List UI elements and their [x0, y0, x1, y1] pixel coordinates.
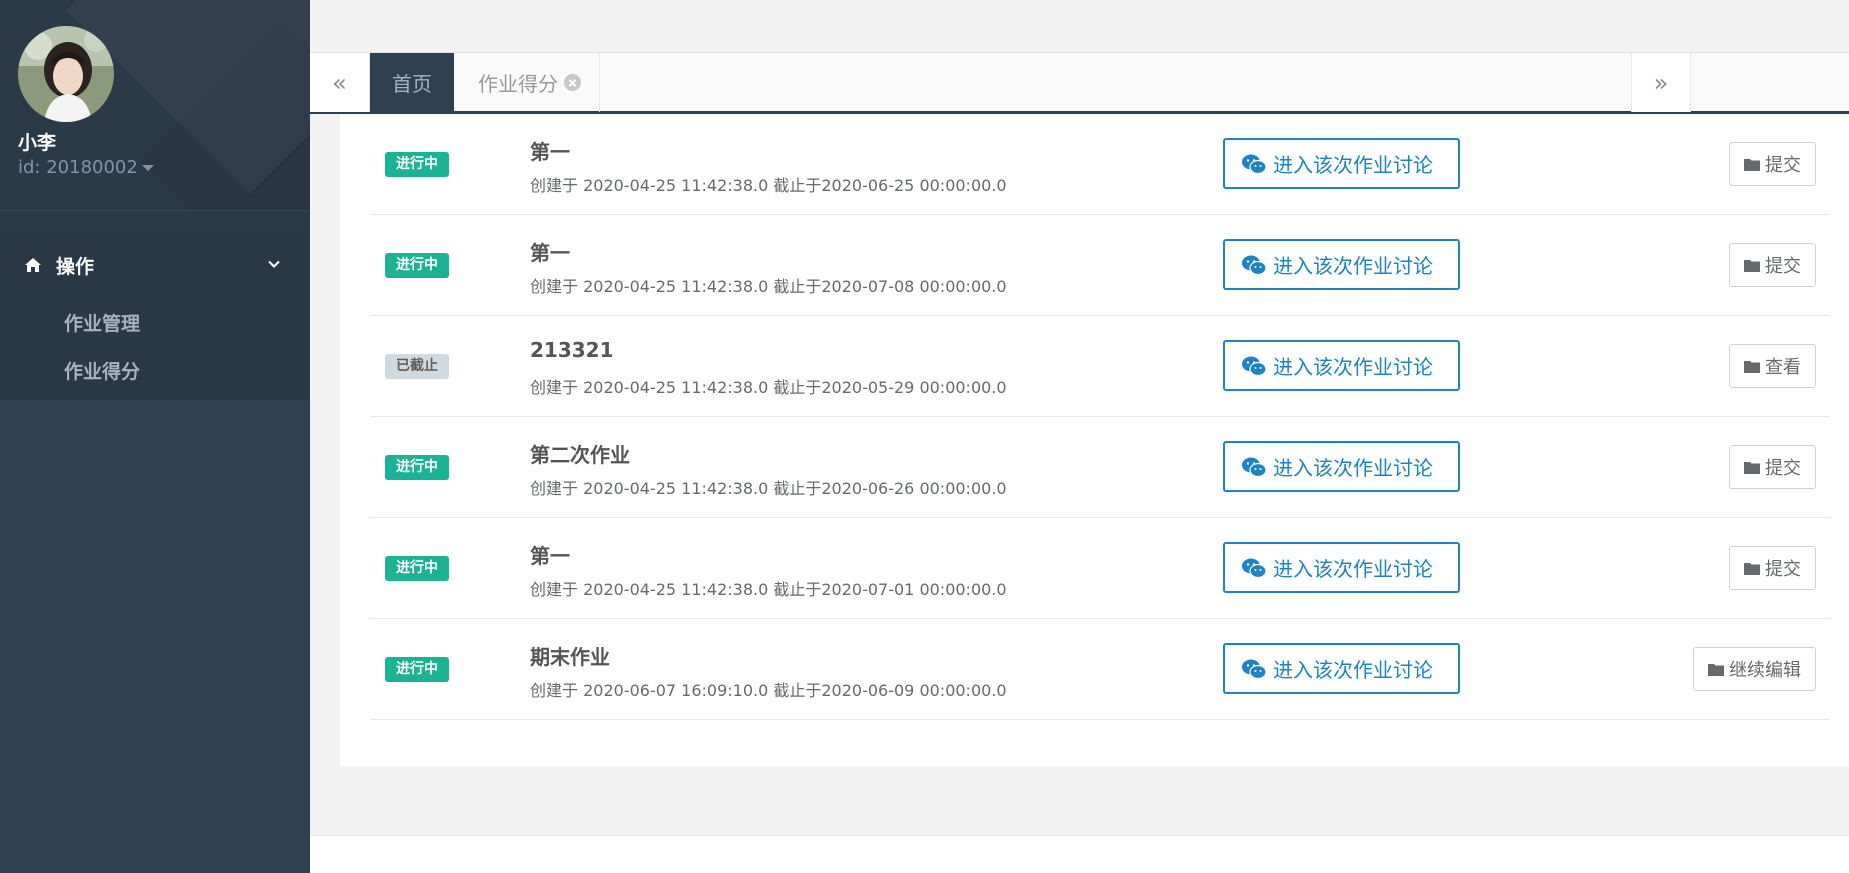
status-badge: 进行中	[385, 556, 449, 581]
enter-discussion-button[interactable]: 进入该次作业讨论	[1223, 340, 1460, 391]
submit-label: 提交	[1765, 458, 1801, 479]
footer	[310, 835, 1849, 873]
view-button[interactable]: 查看	[1729, 344, 1816, 388]
continue-editing-button[interactable]: 继续编辑	[1693, 647, 1816, 691]
assignment-row: 进行中 第一 创建于 2020-04-25 11:42:38.0 截止于2020…	[370, 215, 1830, 316]
status-badge: 进行中	[385, 152, 449, 177]
assignment-title: 第一	[530, 241, 570, 265]
wechat-icon	[1242, 154, 1267, 174]
status-badge: 进行中	[385, 455, 449, 480]
continue-editing-label: 继续编辑	[1729, 660, 1801, 681]
folder-icon	[1744, 462, 1760, 474]
sidebar-item-homework-management[interactable]: 作业管理	[0, 298, 310, 346]
user-name: 小李	[18, 132, 57, 154]
enter-discussion-label: 进入该次作业讨论	[1273, 456, 1433, 480]
tab-homework-scores[interactable]: 作业得分	[454, 53, 600, 112]
caret-down-icon	[141, 164, 154, 171]
tab-home[interactable]: 首页	[370, 53, 454, 112]
nav-section-label: 操作	[56, 255, 95, 278]
enter-discussion-button[interactable]: 进入该次作业讨论	[1223, 138, 1460, 189]
sidebar: 小李 id: 20180002 操作 作业管理 作业得分	[0, 0, 310, 873]
tab-scroll-right-button[interactable]: »	[1631, 53, 1691, 112]
enter-discussion-label: 进入该次作业讨论	[1273, 355, 1433, 379]
assignment-list: 进行中 第一 创建于 2020-04-25 11:42:38.0 截止于2020…	[340, 114, 1849, 766]
tab-homework-scores-label: 作业得分	[478, 72, 558, 96]
enter-discussion-label: 进入该次作业讨论	[1273, 254, 1433, 278]
enter-discussion-button[interactable]: 进入该次作业讨论	[1223, 441, 1460, 492]
tab-bar: « 首页 作业得分 »	[310, 52, 1849, 114]
assignment-title: 第一	[530, 544, 570, 568]
status-badge: 已截止	[385, 354, 449, 379]
enter-discussion-button[interactable]: 进入该次作业讨论	[1223, 542, 1460, 593]
user-id: id: 20180002	[18, 157, 138, 178]
enter-discussion-label: 进入该次作业讨论	[1273, 557, 1433, 581]
submit-button[interactable]: 提交	[1729, 142, 1816, 186]
enter-discussion-label: 进入该次作业讨论	[1273, 153, 1433, 177]
assignment-dates: 创建于 2020-04-25 11:42:38.0 截止于2020-06-26 …	[530, 479, 1007, 498]
assignment-dates: 创建于 2020-04-25 11:42:38.0 截止于2020-07-08 …	[530, 277, 1007, 296]
home-icon	[25, 258, 41, 272]
folder-icon	[1744, 159, 1760, 171]
tab-home-label: 首页	[392, 72, 432, 96]
sidebar-divider	[0, 210, 310, 232]
tab-scroll-left-button[interactable]: «	[310, 53, 370, 112]
submit-button[interactable]: 提交	[1729, 445, 1816, 489]
view-label: 查看	[1765, 357, 1801, 378]
nav-menu: 操作 作业管理 作业得分	[0, 232, 310, 400]
assignment-row: 进行中 第二次作业 创建于 2020-04-25 11:42:38.0 截止于2…	[370, 417, 1830, 518]
folder-icon	[1708, 664, 1724, 676]
wechat-icon	[1242, 356, 1267, 376]
submit-button[interactable]: 提交	[1729, 243, 1816, 287]
assignment-title: 期末作业	[530, 645, 610, 669]
enter-discussion-button[interactable]: 进入该次作业讨论	[1223, 643, 1460, 694]
assignment-row: 进行中 第一 创建于 2020-04-25 11:42:38.0 截止于2020…	[370, 114, 1830, 215]
assignment-dates: 创建于 2020-04-25 11:42:38.0 截止于2020-05-29 …	[530, 378, 1007, 397]
sidebar-item-homework-scores[interactable]: 作业得分	[0, 346, 310, 394]
assignment-dates: 创建于 2020-06-07 16:09:10.0 截止于2020-06-09 …	[530, 681, 1007, 700]
wechat-icon	[1242, 558, 1267, 578]
status-badge: 进行中	[385, 657, 449, 682]
avatar[interactable]	[18, 26, 114, 122]
status-badge: 进行中	[385, 253, 449, 278]
close-icon[interactable]	[564, 74, 581, 91]
enter-discussion-label: 进入该次作业讨论	[1273, 658, 1433, 682]
folder-icon	[1744, 361, 1760, 373]
assignment-title: 第二次作业	[530, 443, 630, 467]
nav-section-operations[interactable]: 操作	[0, 232, 310, 298]
submit-label: 提交	[1765, 559, 1801, 580]
wechat-icon	[1242, 659, 1267, 679]
submit-label: 提交	[1765, 155, 1801, 176]
assignment-title: 第一	[530, 140, 570, 164]
assignment-title: 213321	[530, 338, 614, 362]
assignment-row: 进行中 第一 创建于 2020-04-25 11:42:38.0 截止于2020…	[370, 518, 1830, 619]
submit-button[interactable]: 提交	[1729, 546, 1816, 590]
user-id-dropdown[interactable]: id: 20180002	[18, 157, 154, 178]
assignment-row: 进行中 期末作业 创建于 2020-06-07 16:09:10.0 截止于20…	[370, 619, 1830, 720]
assignment-dates: 创建于 2020-04-25 11:42:38.0 截止于2020-07-01 …	[530, 580, 1007, 599]
chevron-down-icon	[268, 260, 280, 268]
wechat-icon	[1242, 457, 1267, 477]
enter-discussion-button[interactable]: 进入该次作业讨论	[1223, 239, 1460, 290]
submit-label: 提交	[1765, 256, 1801, 277]
folder-icon	[1744, 563, 1760, 575]
assignment-dates: 创建于 2020-04-25 11:42:38.0 截止于2020-06-25 …	[530, 176, 1007, 195]
profile-header: 小李 id: 20180002	[0, 0, 310, 210]
wechat-icon	[1242, 255, 1267, 275]
assignment-row: 已截止 213321 创建于 2020-04-25 11:42:38.0 截止于…	[370, 316, 1830, 417]
folder-icon	[1744, 260, 1760, 272]
